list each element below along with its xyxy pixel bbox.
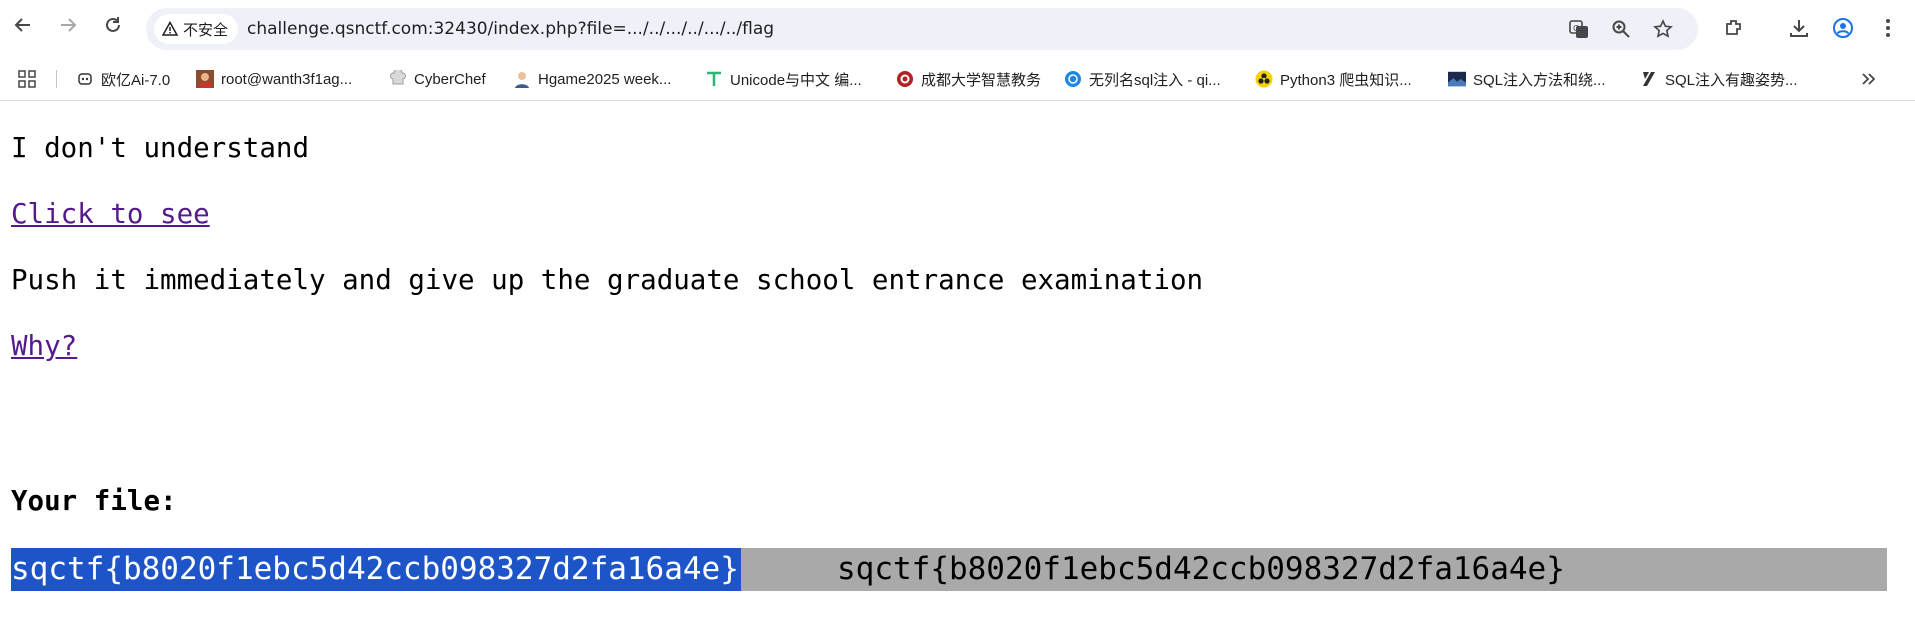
security-label: 不安全	[183, 20, 229, 39]
double-chevron-right-icon	[1862, 73, 1876, 85]
bookmark-item-0[interactable]: 欧亿Ai-7.0	[76, 67, 170, 91]
reload-icon	[106, 17, 120, 32]
bookmark-item-4[interactable]: Unicode与中文 编...	[705, 67, 862, 91]
bookmark-label: SQL注入有趣姿势...	[1665, 71, 1798, 89]
t-logo-icon	[705, 70, 723, 88]
bookmark-label: SQL注入方法和绕...	[1473, 71, 1606, 89]
back-button[interactable]	[11, 13, 35, 37]
bookmark-item-3[interactable]: Hgame2025 week...	[513, 67, 671, 91]
avatar-icon	[513, 70, 531, 88]
why-link[interactable]: Why?	[11, 330, 77, 362]
bookmark-label: Hgame2025 week...	[538, 70, 672, 88]
chef-hat-icon	[389, 70, 407, 88]
bookmark-item-8[interactable]: SQL注入方法和绕...	[1448, 67, 1606, 91]
bookmark-label: Unicode与中文 编...	[730, 71, 862, 89]
bookmark-label: 欧亿Ai-7.0	[101, 71, 171, 89]
your-file-heading: Your file:	[11, 485, 177, 517]
apps-button[interactable]	[18, 67, 36, 91]
bookmark-star-icon[interactable]	[1652, 18, 1674, 40]
file-output[interactable]: sqctf{b8020f1ebc5d42ccb098327d2fa16a4e} …	[11, 548, 1887, 591]
robot-icon	[76, 70, 94, 88]
slash-logo-icon	[1640, 70, 1658, 88]
apps-grid-icon	[18, 70, 36, 88]
forward-button[interactable]	[56, 13, 80, 37]
flag-text-selected[interactable]: sqctf{b8020f1ebc5d42ccb098327d2fa16a4e}	[11, 548, 741, 591]
bookmark-label: root@wanth3f1ag...	[221, 70, 353, 88]
menu-kebab-icon[interactable]	[1876, 16, 1900, 40]
bookmark-item-1[interactable]: root@wanth3f1ag...	[196, 67, 352, 91]
intro-text: I don't understand	[11, 132, 310, 164]
bookmark-item-6[interactable]: 无列名sql注入 - qi...	[1064, 67, 1221, 91]
extensions-icon[interactable]	[1722, 16, 1746, 40]
avatar-icon	[196, 70, 214, 88]
address-bar[interactable]: 不安全 challenge.qsnctf.com:32430/index.php…	[146, 8, 1698, 50]
bookmark-label: 成都大学智慧教务	[921, 71, 1042, 89]
bookmarks-divider	[56, 70, 57, 88]
profile-icon[interactable]	[1831, 16, 1855, 40]
bookmark-item-9[interactable]: SQL注入有趣姿势...	[1640, 67, 1798, 91]
download-icon[interactable]	[1787, 16, 1811, 40]
flag-text[interactable]: sqctf{b8020f1ebc5d42ccb098327d2fa16a4e}	[837, 548, 1565, 591]
more-bookmarks-button[interactable]	[1860, 67, 1876, 91]
translate-icon[interactable]: G	[1568, 18, 1590, 40]
bookmark-label: CyberChef	[414, 70, 486, 88]
seal-icon	[896, 70, 914, 88]
warning-icon	[162, 21, 178, 36]
security-indicator[interactable]: 不安全	[154, 14, 239, 44]
click-to-see-link[interactable]: Click to see	[11, 198, 210, 230]
bookmark-label: 无列名sql注入 - qi...	[1089, 71, 1221, 89]
bookmarks-bar: 欧亿Ai-7.0 root@wanth3f1ag... CyberChef Hg…	[0, 58, 1915, 101]
globe-icon	[1064, 70, 1082, 88]
browser-toolbar: 不安全 challenge.qsnctf.com:32430/index.php…	[0, 0, 1915, 58]
svg-text:G: G	[1573, 24, 1579, 33]
forward-arrow-icon	[61, 18, 77, 32]
push-text: Push it immediately and give up the grad…	[11, 264, 1204, 296]
biohazard-icon	[1255, 70, 1273, 88]
reload-button[interactable]	[101, 13, 125, 37]
bookmark-item-7[interactable]: Python3 爬虫知识...	[1255, 67, 1412, 91]
back-arrow-icon	[14, 18, 30, 32]
bookmark-item-2[interactable]: CyberChef	[389, 67, 486, 91]
page-content: I don't understand Click to see Push it …	[0, 101, 1915, 633]
image-icon	[1448, 70, 1466, 88]
bookmark-label: Python3 爬虫知识...	[1280, 71, 1412, 89]
zoom-icon[interactable]	[1610, 18, 1632, 40]
bookmark-item-5[interactable]: 成都大学智慧教务	[896, 67, 1041, 91]
url-text[interactable]: challenge.qsnctf.com:32430/index.php?fil…	[247, 8, 774, 50]
